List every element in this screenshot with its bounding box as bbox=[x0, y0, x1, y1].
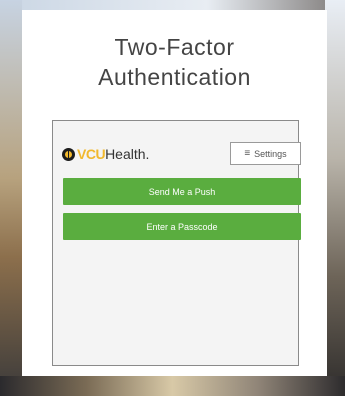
brand-name-rest: Health. bbox=[105, 146, 150, 162]
background-image-right bbox=[325, 0, 345, 396]
title-line-2: Authentication bbox=[98, 64, 251, 90]
login-screen: Two-Factor Authentication VCU Health. ≡ … bbox=[0, 0, 345, 396]
auth-panel: Two-Factor Authentication VCU Health. ≡ … bbox=[22, 10, 327, 376]
brand-logo: VCU Health. bbox=[62, 146, 149, 162]
send-push-label: Send Me a Push bbox=[148, 186, 216, 197]
title-line-1: Two-Factor bbox=[114, 34, 235, 60]
background-image-bottom bbox=[0, 376, 345, 396]
settings-label: Settings bbox=[254, 148, 287, 159]
send-push-button[interactable]: Send Me a Push bbox=[63, 178, 301, 205]
duo-prompt-frame: VCU Health. ≡ Settings Send Me a Push En… bbox=[52, 120, 301, 366]
enter-passcode-button[interactable]: Enter a Passcode bbox=[63, 213, 301, 240]
settings-button[interactable]: ≡ Settings bbox=[230, 142, 301, 165]
vcu-ram-icon bbox=[62, 147, 75, 161]
menu-icon: ≡ bbox=[244, 148, 251, 159]
page-title: Two-Factor Authentication bbox=[22, 32, 327, 92]
brand-name-highlight: VCU bbox=[77, 146, 106, 162]
background-image-top bbox=[0, 0, 345, 10]
background-image-left bbox=[0, 0, 22, 396]
enter-passcode-label: Enter a Passcode bbox=[146, 221, 218, 232]
